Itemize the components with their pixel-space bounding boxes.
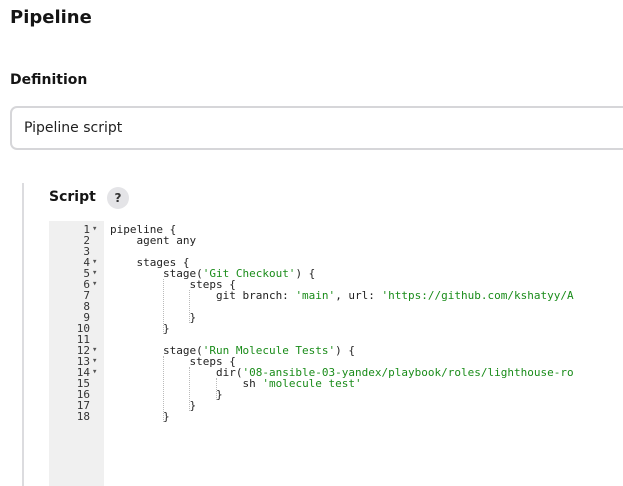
fold-toggle-icon[interactable]: ▾ (92, 268, 102, 279)
code-line: 10 } (49, 323, 623, 334)
fold-toggle-icon[interactable]: ▾ (92, 367, 102, 378)
definition-select[interactable]: Pipeline script (10, 106, 623, 150)
fold-toggle-icon[interactable]: ▾ (92, 345, 102, 356)
section-title: Pipeline (10, 7, 92, 28)
code-text: git branch: 'main', url: 'https://github… (110, 290, 574, 301)
fold-toggle-icon[interactable]: ▾ (92, 279, 102, 290)
code-text: agent any (110, 235, 196, 246)
nested-section-bar (22, 183, 24, 486)
line-number: 18 (76, 410, 90, 423)
script-label: Script (49, 189, 96, 205)
help-icon[interactable]: ? (107, 187, 129, 209)
script-editor[interactable]: 1 ▾ pipeline {2 agent any 3 4 ▾ stages {5 ▾ st… (49, 221, 623, 486)
definition-label: Definition (10, 72, 88, 88)
code-token: } (110, 410, 170, 423)
fold-toggle-icon[interactable]: ▾ (92, 356, 102, 367)
code-text: } (110, 411, 170, 422)
code-text: } (110, 323, 170, 334)
code-line: 7 git branch: 'main', url: 'https://gith… (49, 290, 623, 301)
code-line: 2 agent any (49, 235, 623, 246)
code-line: 18 } (49, 411, 623, 422)
fold-toggle-icon[interactable]: ▾ (92, 257, 102, 268)
fold-toggle-icon[interactable]: ▾ (92, 224, 102, 235)
